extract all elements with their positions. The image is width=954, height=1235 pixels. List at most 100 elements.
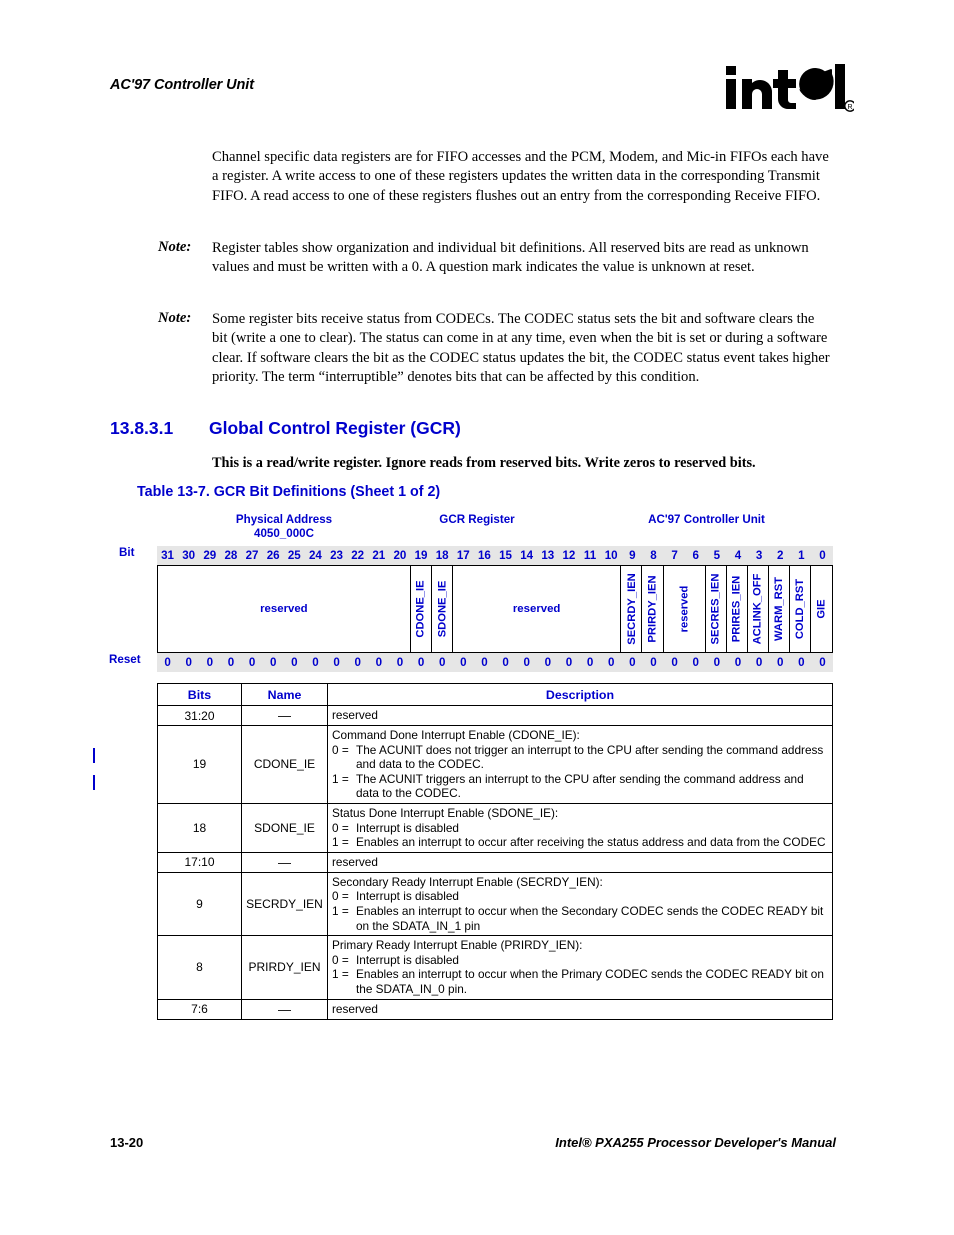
bit-number-cell: 4 — [734, 549, 742, 562]
reset-value-cell: 0 — [671, 656, 678, 669]
register-field-secrdy_ien: SECRDY_IEN — [621, 566, 643, 652]
bit-number-cell: 26 — [266, 549, 280, 562]
description-option: 0 = Interrupt is disabled — [332, 821, 828, 836]
option-value: Interrupt is disabled — [356, 820, 459, 835]
bit-number-cell: 14 — [520, 549, 534, 562]
cell-description: Command Done Interrupt Enable (CDONE_IE)… — [327, 725, 833, 804]
note-block-1: Note: Register tables show organization … — [158, 239, 834, 278]
physical-address-label: Physical Address — [235, 513, 333, 526]
option-key: 0 = — [332, 742, 349, 757]
table-caption: Table 13-7. GCR Bit Definitions (Sheet 1… — [137, 484, 441, 500]
section-title: Global Control Register (GCR) — [209, 418, 461, 438]
bit-number-cell: 1 — [798, 549, 805, 562]
reset-value-cell: 0 — [734, 656, 742, 669]
reset-value-row: 00000000000000000000000000000000 — [157, 653, 833, 672]
bit-number-cell: 19 — [414, 549, 428, 562]
register-field-label: GIE — [815, 599, 828, 619]
register-field-sdone_ie: SDONE_IE — [432, 566, 453, 652]
option-value: Interrupt is disabled — [356, 889, 459, 904]
bit-number-cell: 17 — [456, 549, 470, 562]
cell-bits: 18 — [157, 802, 242, 853]
table-header-row: Bits Name Description — [157, 683, 833, 706]
register-field-reserved: reserved — [453, 566, 622, 652]
option-key: 0 = — [332, 952, 349, 967]
reset-value-cell: 0 — [523, 656, 530, 669]
note-label: Note: — [158, 310, 192, 326]
bit-number-cell: 25 — [287, 549, 301, 562]
cell-description: Secondary Ready Interrupt Enable (SECRDY… — [327, 871, 833, 937]
bit-number-cell: 22 — [351, 549, 365, 562]
note-block-2: Note: Some register bits receive status … — [158, 310, 834, 387]
description-option: 1 = Enables an interrupt to occur when th… — [332, 904, 828, 933]
description-title: Command Done Interrupt Enable (CDONE_IE)… — [332, 728, 580, 742]
register-field-prirdy_ien: PRIRDY_IEN — [642, 566, 664, 652]
header-name: Name — [241, 683, 328, 706]
description-option: 1 = Enables an interrupt to occur when th… — [332, 967, 828, 996]
reset-value-cell: 0 — [206, 656, 214, 669]
bit-number-cell: 7 — [671, 549, 678, 562]
bit-number-cell: 30 — [182, 549, 196, 562]
reset-value-cell: 0 — [312, 656, 319, 669]
reset-value-cell: 0 — [438, 656, 446, 669]
reset-value-cell: 0 — [460, 656, 467, 669]
description-option: 1 = Enables an interrupt to occur after r… — [332, 835, 828, 850]
reset-value-cell: 0 — [755, 656, 763, 669]
description-option: 0 = The ACUNIT does not trigger an interr… — [332, 743, 828, 772]
description-title: reserved — [332, 1001, 378, 1016]
register-field-label: COLD_RST — [793, 578, 806, 640]
table-row: 19 CDONE_IE Command Done Interrupt Enable … — [157, 725, 833, 804]
cell-bits: 7:6 — [157, 998, 242, 1020]
bit-number-cell: 0 — [819, 549, 826, 562]
option-key: 1 = — [332, 835, 349, 850]
reset-value-cell: 0 — [607, 656, 615, 669]
reset-value-cell: 0 — [586, 656, 594, 669]
register-field-label: PRIRDY_IEN — [646, 575, 659, 643]
option-key: 1 = — [332, 903, 349, 918]
register-field-label: SECRDY_IEN — [625, 573, 638, 645]
cell-name: — — [241, 998, 328, 1020]
register-field-aclink_off: ACLINK_OFF — [748, 566, 769, 652]
description-title: Status Done Interrupt Enable (SDONE_IE): — [332, 805, 559, 820]
register-field-label: WARM_RST — [772, 576, 785, 642]
cell-name: SDONE_IE — [241, 802, 328, 853]
bit-number-cell: 13 — [541, 549, 555, 562]
bit-number-cell: 21 — [372, 549, 386, 562]
bit-number-cell: 6 — [692, 549, 699, 562]
table-row: 18 SDONE_IE Status Done Interrupt Enable (… — [157, 802, 833, 853]
unit-name-title: AC'97 Controller Unit — [648, 513, 765, 526]
bit-number-cell: 24 — [308, 549, 322, 562]
reset-value-cell: 0 — [713, 656, 721, 669]
reset-value-cell: 0 — [417, 656, 425, 669]
cell-name: PRIRDY_IEN — [241, 935, 328, 1000]
section-lead-note: This is a read/write register. Ignore re… — [212, 455, 756, 471]
cell-name: SECRDY_IEN — [241, 871, 328, 937]
bit-number-cell: 18 — [435, 549, 449, 562]
bit-number-cell: 29 — [203, 549, 217, 562]
cell-name: — — [241, 851, 328, 873]
footer-manual-title: Intel® PXA255 Processor Developer's Manu… — [555, 1135, 836, 1150]
table-row: 9 SECRDY_IEN Secondary Ready Interrupt Ena… — [157, 871, 833, 937]
reset-value-cell: 0 — [481, 656, 488, 669]
description-option: 0 = Interrupt is disabled — [332, 889, 828, 904]
change-bar — [93, 748, 95, 763]
register-field-prires_ien: PRIRES_IEN — [727, 566, 748, 652]
register-field-reserved: reserved — [158, 566, 411, 652]
bit-number-cell: 23 — [330, 549, 344, 562]
table-row: 31:20— reserved — [157, 705, 833, 726]
option-value: Enables an interrupt to occur after rece… — [356, 835, 826, 850]
bit-number-cell: 12 — [562, 549, 576, 562]
register-field-label: reserved — [260, 603, 308, 615]
register-field-label: ACLINK_OFF — [751, 573, 764, 645]
bit-number-cell: 27 — [245, 549, 259, 562]
cell-name: CDONE_IE — [241, 725, 328, 804]
bit-number-cell: 20 — [393, 549, 407, 562]
cell-description: Status Done Interrupt Enable (SDONE_IE):… — [327, 802, 833, 853]
reset-value-cell: 0 — [629, 656, 636, 669]
physical-address-value: 4050_000C — [254, 527, 314, 540]
bit-number-cell: 5 — [713, 549, 721, 562]
description-title: reserved — [332, 854, 378, 869]
description-option: 1 = The ACUNIT triggers an interrupt to t… — [332, 772, 828, 801]
bit-number-cell: 15 — [499, 549, 513, 562]
reset-value-cell: 0 — [396, 656, 404, 669]
register-diagram: Physical Address 4050_000C GCR Register … — [109, 513, 833, 672]
